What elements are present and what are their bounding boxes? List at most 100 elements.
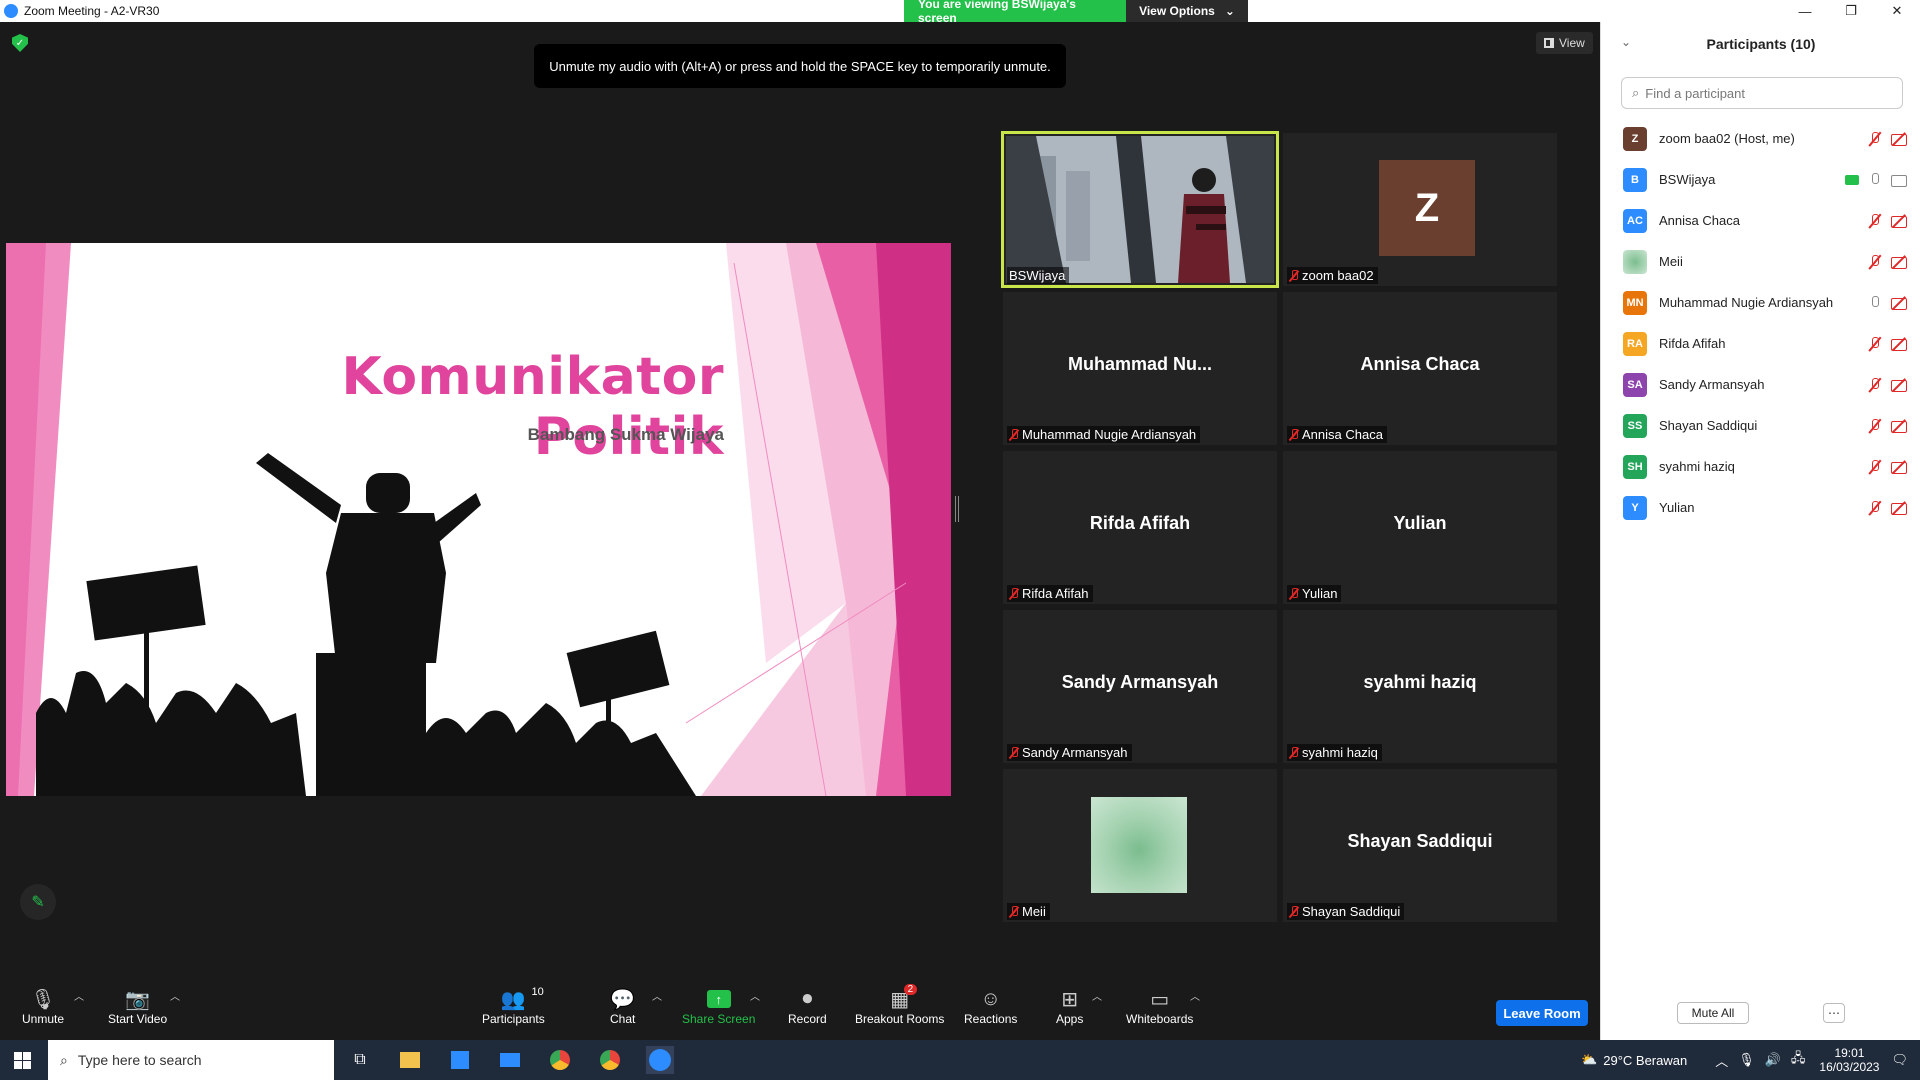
file-explorer-icon[interactable] xyxy=(396,1046,424,1074)
chat-button[interactable]: 💬 Chat xyxy=(610,986,636,1027)
chat-options-caret[interactable]: ︿ xyxy=(652,988,662,1003)
taskbar-search[interactable]: ⌕ Type here to search xyxy=(48,1040,334,1080)
breakout-rooms-button[interactable]: ▦ 2 Breakout Rooms xyxy=(855,984,944,1026)
participant-row[interactable]: RA Rifda Afifah xyxy=(1601,323,1920,364)
mail-icon[interactable] xyxy=(496,1046,524,1074)
video-tile-muhammad-nugie[interactable]: Muhammad Nu... Muhammad Nugie Ardiansyah xyxy=(1003,292,1277,445)
participant-search-input[interactable] xyxy=(1645,85,1886,101)
chevron-down-icon: ⌄ xyxy=(1224,4,1235,18)
mic-muted-icon[interactable] xyxy=(1869,500,1881,515)
annotate-pencil-button[interactable]: ✎ xyxy=(20,884,56,920)
restore-button[interactable]: ❐ xyxy=(1828,0,1874,22)
mic-muted-icon xyxy=(1289,587,1299,600)
video-tile-sandy-armansyah[interactable]: Sandy Armansyah Sandy Armansyah xyxy=(1003,610,1277,763)
video-options-caret[interactable]: ︿ xyxy=(170,988,180,1003)
view-label: View xyxy=(1559,36,1585,50)
avatar: Z xyxy=(1623,126,1647,151)
participant-row[interactable]: Z zoom baa02 (Host, me) xyxy=(1601,118,1920,159)
apps-button[interactable]: ⊞ Apps xyxy=(1056,986,1083,1027)
participant-display-name: Yulian xyxy=(1393,513,1447,533)
participant-row[interactable]: Meii xyxy=(1601,241,1920,282)
participant-row[interactable]: SS Shayan Saddiqui xyxy=(1601,405,1920,446)
video-tile-bswijaya[interactable]: BSWijaya xyxy=(1001,131,1279,288)
participant-row[interactable]: SH syahmi haziq xyxy=(1601,446,1920,487)
mute-all-button[interactable]: Mute All xyxy=(1677,1002,1749,1024)
windows-start-icon[interactable] xyxy=(14,1052,31,1069)
video-off-icon[interactable] xyxy=(1891,502,1907,515)
microphone-tray-icon[interactable]: 🎙 xyxy=(1738,1052,1755,1068)
video-tile-annisa-chaca[interactable]: Annisa Chaca Annisa Chaca xyxy=(1283,292,1557,445)
whiteboards-button[interactable]: ▭ Whiteboards xyxy=(1126,986,1193,1027)
mic-muted-icon[interactable] xyxy=(1869,418,1881,433)
mic-muted-icon xyxy=(1289,746,1299,759)
video-tile-shayan-saddiqui[interactable]: Shayan Saddiqui Shayan Saddiqui xyxy=(1283,769,1557,922)
video-off-icon[interactable] xyxy=(1891,215,1907,228)
apps-options-caret[interactable]: ︿ xyxy=(1092,988,1102,1003)
video-off-icon[interactable] xyxy=(1891,461,1907,474)
record-button[interactable]: ⏺ Record xyxy=(788,986,827,1027)
audio-options-caret[interactable]: ︿ xyxy=(74,988,84,1003)
window-title: Zoom Meeting - A2-VR30 xyxy=(24,4,160,18)
video-tile-rifda-afifah[interactable]: Rifda Afifah Rifda Afifah xyxy=(1003,451,1277,604)
video-off-icon[interactable] xyxy=(1891,420,1907,433)
participant-row[interactable]: SA Sandy Armansyah xyxy=(1601,364,1920,405)
participant-row[interactable]: B BSWijaya xyxy=(1601,159,1920,200)
chat-icon: 💬 xyxy=(610,988,636,1011)
zoom-taskbar-icon[interactable] xyxy=(646,1046,674,1074)
unmute-button[interactable]: 🎙 Unmute xyxy=(22,986,64,1027)
participant-row[interactable]: AC Annisa Chaca xyxy=(1601,200,1920,241)
start-video-button[interactable]: 📷 Start Video xyxy=(108,986,167,1027)
mic-muted-icon[interactable] xyxy=(1869,336,1881,351)
video-tile-zoom-baa02[interactable]: Z zoom baa02 xyxy=(1283,133,1557,286)
notifications-icon[interactable]: 🗨 xyxy=(1891,1052,1908,1068)
clock[interactable]: 19:01 16/03/2023 xyxy=(1819,1046,1879,1074)
leave-room-button[interactable]: Leave Room xyxy=(1496,1000,1588,1026)
mic-muted-icon[interactable] xyxy=(1869,254,1881,269)
avatar: MN xyxy=(1623,290,1647,315)
avatar: SH xyxy=(1623,454,1647,479)
chrome-profile-icon[interactable] xyxy=(596,1046,624,1074)
taskbar-search-placeholder: Type here to search xyxy=(77,1052,202,1068)
video-tile-meii[interactable]: Meii xyxy=(1003,769,1277,922)
share-options-caret[interactable]: ︿ xyxy=(750,988,760,1003)
mic-muted-icon[interactable] xyxy=(1869,377,1881,392)
task-view-icon[interactable]: ⧉ xyxy=(346,1046,374,1074)
view-button[interactable]: View xyxy=(1536,32,1593,54)
mic-muted-icon xyxy=(1009,587,1019,600)
mic-icon[interactable] xyxy=(1869,295,1881,310)
video-icon[interactable] xyxy=(1891,174,1907,187)
close-button[interactable]: ✕ xyxy=(1874,0,1920,22)
share-screen-button[interactable]: ↑ Share Screen xyxy=(682,986,755,1026)
avatar: Z xyxy=(1379,160,1475,256)
participant-row[interactable]: MN Muhammad Nugie Ardiansyah xyxy=(1601,282,1920,323)
mic-icon[interactable] xyxy=(1869,172,1881,187)
panel-resize-handle[interactable] xyxy=(955,496,959,522)
tray-overflow-icon[interactable]: ︿ xyxy=(1715,1051,1728,1070)
reactions-button[interactable]: ☺ Reactions xyxy=(964,986,1017,1027)
video-off-icon[interactable] xyxy=(1891,379,1907,392)
video-off-icon[interactable] xyxy=(1891,133,1907,146)
minimize-button[interactable]: — xyxy=(1782,0,1828,22)
chrome-icon[interactable] xyxy=(546,1046,574,1074)
weather-text[interactable]: 29°C Berawan xyxy=(1603,1053,1687,1068)
video-tile-yulian[interactable]: Yulian Yulian xyxy=(1283,451,1557,604)
mic-muted-icon[interactable] xyxy=(1869,131,1881,146)
participant-list: Z zoom baa02 (Host, me) B BSWijaya AC An… xyxy=(1601,118,1920,528)
video-off-icon[interactable] xyxy=(1891,297,1907,310)
video-tile-syahmi-haziq[interactable]: syahmi haziq syahmi haziq xyxy=(1283,610,1557,763)
whiteboard-options-caret[interactable]: ︿ xyxy=(1190,988,1200,1003)
participant-row[interactable]: Y Yulian xyxy=(1601,487,1920,528)
mic-muted-icon[interactable] xyxy=(1869,213,1881,228)
participants-button[interactable]: 👥 10 Participants xyxy=(482,986,545,1026)
video-off-icon[interactable] xyxy=(1891,338,1907,351)
more-options-button[interactable]: ⋯ xyxy=(1823,1003,1845,1023)
mic-muted-icon[interactable] xyxy=(1869,459,1881,474)
view-options-button[interactable]: View Options ⌄ xyxy=(1126,0,1248,22)
video-off-icon[interactable] xyxy=(1891,256,1907,269)
volume-icon[interactable]: 🔊 xyxy=(1765,1052,1781,1068)
participant-display-name: Muhammad Nu... xyxy=(1067,354,1212,374)
whiteboard-icon: ▭ xyxy=(1150,988,1170,1011)
network-icon[interactable]: 🖧 xyxy=(1791,1049,1806,1071)
store-icon[interactable] xyxy=(446,1046,474,1074)
encryption-shield-icon[interactable]: ✓ xyxy=(12,34,28,52)
